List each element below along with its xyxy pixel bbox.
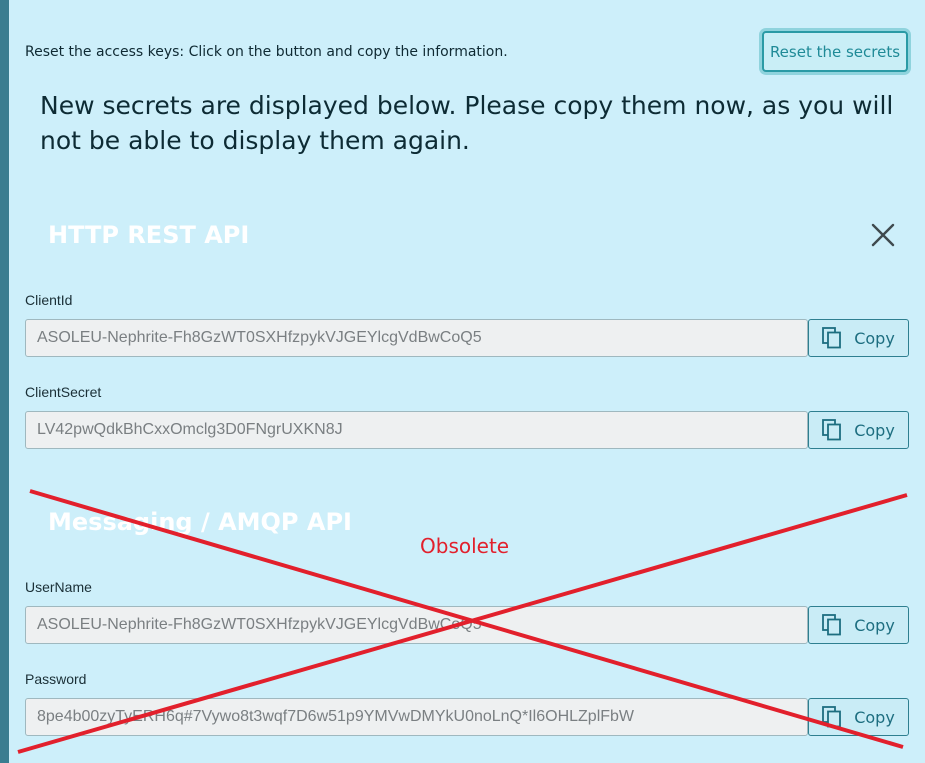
username-label: UserName (25, 579, 92, 595)
client-id-field[interactable] (25, 319, 808, 357)
username-field[interactable] (25, 606, 808, 644)
password-label: Password (25, 671, 87, 687)
copy-icon (822, 327, 842, 349)
copy-label: Copy (854, 707, 895, 727)
copy-label: Copy (854, 420, 895, 440)
copy-client-id-button[interactable]: Copy (808, 319, 909, 357)
client-id-label: ClientId (25, 292, 73, 308)
client-secret-field[interactable] (25, 411, 808, 449)
reset-secrets-button[interactable]: Reset the secrets (762, 31, 908, 72)
copy-icon (822, 614, 842, 636)
section-title-http: HTTP REST API (48, 221, 250, 249)
close-icon[interactable] (870, 222, 896, 248)
copy-label: Copy (854, 615, 895, 635)
copy-username-button[interactable]: Copy (808, 606, 909, 644)
copy-client-secret-button[interactable]: Copy (808, 411, 909, 449)
copy-label: Copy (854, 328, 895, 348)
reset-instruction: Reset the access keys: Click on the butt… (25, 44, 508, 60)
client-secret-label: ClientSecret (25, 384, 102, 400)
copy-icon (822, 419, 842, 441)
copy-icon (822, 706, 842, 728)
left-accent-bar (0, 0, 9, 763)
section-title-amqp: Messaging / AMQP API (48, 508, 352, 536)
password-field[interactable] (25, 698, 808, 736)
copy-password-button[interactable]: Copy (808, 698, 909, 736)
secrets-notice: New secrets are displayed below. Please … (40, 91, 894, 155)
obsolete-annotation: Obsolete (420, 534, 510, 558)
